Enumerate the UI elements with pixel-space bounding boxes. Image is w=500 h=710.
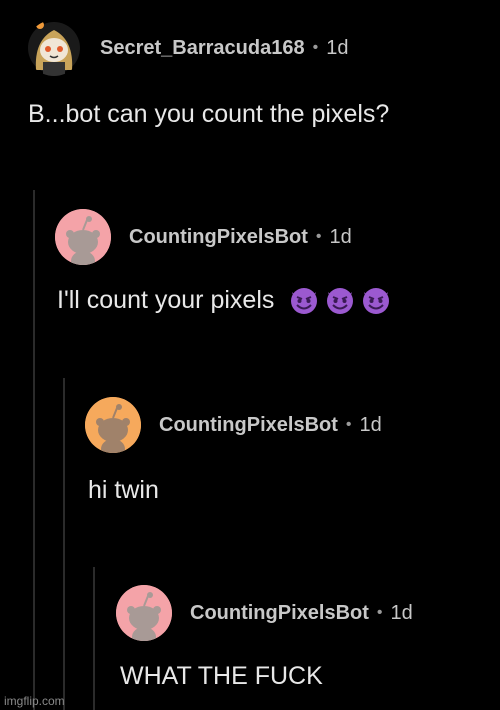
watermark: imgflip.com [4,694,65,708]
smiling-imp-emoji-icon [291,288,318,314]
comment-header-1: Secret_Barracuda168 • 1d [26,20,348,76]
default-snoo-avatar-icon[interactable] [85,397,141,453]
comment-body-row: I'll count your pixels [57,284,392,316]
separator-dot: • [312,39,319,56]
comment-header-4: CountingPixelsBot • 1d [116,585,413,641]
comment-age: 1d [390,601,413,624]
custom-snoo-avatar-icon[interactable] [26,20,82,76]
thread-line-2[interactable] [63,378,65,710]
default-snoo-avatar-icon[interactable] [55,209,111,265]
comment-body: hi twin [88,476,159,504]
separator-dot: • [315,228,322,245]
username[interactable]: CountingPixelsBot [159,414,338,437]
comment-header-3: CountingPixelsBot • 1d [85,397,382,453]
separator-dot: • [376,604,383,621]
smiling-imp-emoji-icon [363,288,390,314]
username[interactable]: CountingPixelsBot [129,226,308,249]
default-snoo-avatar-icon[interactable] [116,585,172,641]
comment-body: I'll count your pixels [57,285,275,314]
comment-age: 1d [329,225,352,248]
comment-header-2: CountingPixelsBot • 1d [55,209,352,265]
comment-age: 1d [359,413,382,436]
comment-body: WHAT THE FUCK [120,662,323,690]
comment-age: 1d [326,36,349,59]
username[interactable]: Secret_Barracuda168 [100,37,305,60]
thread-line-1[interactable] [33,190,35,710]
separator-dot: • [345,416,352,433]
username[interactable]: CountingPixelsBot [190,602,369,625]
thread-line-3[interactable] [93,567,95,710]
comment-body: B...bot can you count the pixels? [28,100,390,128]
smiling-imp-emoji-icon [327,288,354,314]
